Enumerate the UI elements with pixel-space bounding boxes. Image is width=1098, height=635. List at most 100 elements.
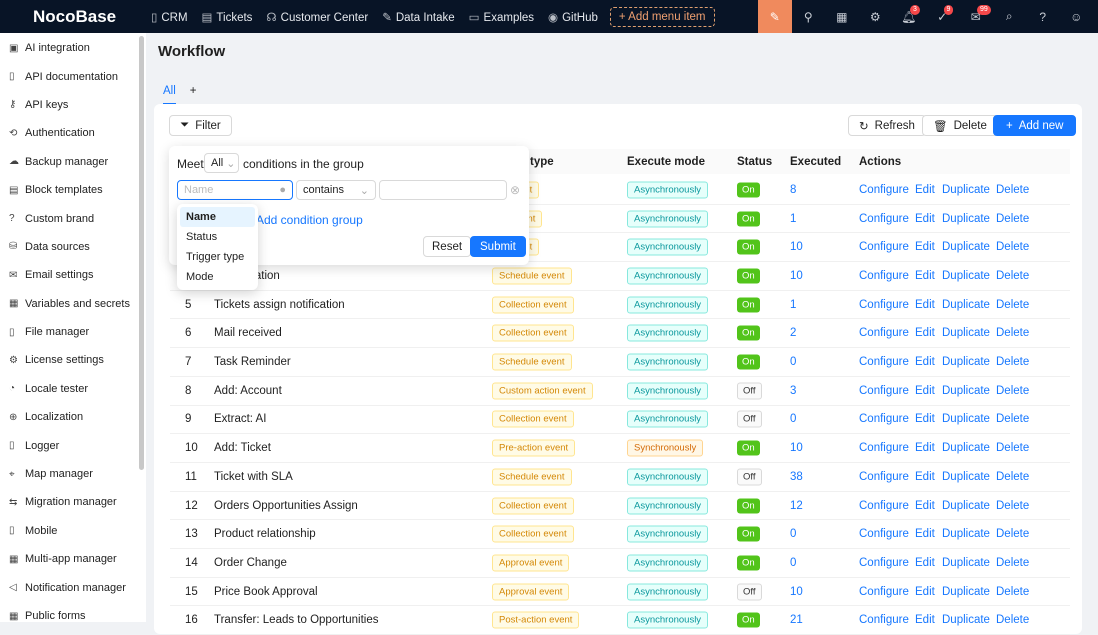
action-edit[interactable]: Edit (915, 327, 935, 339)
action-delete[interactable]: Delete (996, 270, 1029, 282)
executed-count-link[interactable]: 10 (790, 241, 803, 253)
action-delete[interactable]: Delete (996, 413, 1029, 425)
field-option-status[interactable]: Status (180, 227, 255, 247)
ui-editor-icon[interactable]: ✎ (758, 0, 792, 33)
action-edit[interactable]: Edit (915, 241, 935, 253)
action-configure[interactable]: Configure (859, 586, 909, 598)
executed-count-link[interactable]: 10 (790, 586, 803, 598)
action-edit[interactable]: Edit (915, 213, 935, 225)
action-duplicate[interactable]: Duplicate (942, 500, 990, 512)
sidebar-item[interactable]: ☁Backup manager (0, 148, 146, 176)
executed-count-link[interactable]: 3 (790, 385, 796, 397)
executed-count-link[interactable]: 0 (790, 356, 796, 368)
action-delete[interactable]: Delete (996, 385, 1029, 397)
add-menu-item-button[interactable]: + Add menu item (610, 7, 715, 27)
action-configure[interactable]: Configure (859, 557, 909, 569)
action-configure[interactable]: Configure (859, 471, 909, 483)
operator-select[interactable]: contains⌄ (296, 180, 376, 200)
table-row[interactable]: 7 Task Reminder Schedule event Asynchron… (170, 348, 1070, 377)
action-duplicate[interactable]: Duplicate (942, 528, 990, 540)
sidebar-item[interactable]: ⟲Authentication (0, 119, 146, 147)
table-row[interactable]: 5 Tickets assign notification Collection… (170, 291, 1070, 320)
sidebar-item[interactable]: ▯Logger (0, 431, 146, 459)
action-edit[interactable]: Edit (915, 586, 935, 598)
action-configure[interactable]: Configure (859, 213, 909, 225)
executed-count-link[interactable]: 21 (790, 614, 803, 626)
sidebar-item[interactable]: ▦Multi-app manager (0, 545, 146, 573)
action-edit[interactable]: Edit (915, 471, 935, 483)
sidebar-item[interactable]: ▯Mobile (0, 517, 146, 545)
sidebar-item[interactable]: ?Custom brand (0, 204, 146, 232)
sidebar-item[interactable]: ▣AI integration (0, 34, 146, 62)
action-delete[interactable]: Delete (996, 528, 1029, 540)
plugin-icon[interactable]: ⚲ (792, 0, 826, 33)
sidebar-item[interactable]: ◁Notification manager (0, 573, 146, 601)
submit-button[interactable]: Submit (470, 236, 526, 257)
help-icon[interactable]: ? (1026, 0, 1060, 33)
action-edit[interactable]: Edit (915, 184, 935, 196)
action-delete[interactable]: Delete (996, 557, 1029, 569)
action-delete[interactable]: Delete (996, 614, 1029, 626)
executed-count-link[interactable]: 0 (790, 528, 796, 540)
executed-count-link[interactable]: 2 (790, 327, 796, 339)
action-delete[interactable]: Delete (996, 500, 1029, 512)
table-row[interactable]: s Notification Schedule event Asynchrono… (170, 262, 1070, 291)
action-configure[interactable]: Configure (859, 614, 909, 626)
sidebar-item[interactable]: ⌖Map manager (0, 460, 146, 488)
clear-icon[interactable]: ● (279, 184, 286, 196)
nav-item-4[interactable]: ▭Examples (469, 10, 534, 24)
executed-count-link[interactable]: 10 (790, 442, 803, 454)
add-condition-group-link[interactable]: Add condition group (256, 213, 363, 227)
action-configure[interactable]: Configure (859, 500, 909, 512)
sidebar-item[interactable]: ✉Email settings (0, 261, 146, 289)
action-delete[interactable]: Delete (996, 213, 1029, 225)
sidebar-item[interactable]: ▯File manager (0, 318, 146, 346)
table-row[interactable]: 13 Product relationship Collection event… (170, 520, 1070, 549)
sidebar-item[interactable]: ⇆Migration manager (0, 488, 146, 516)
sidebar-item[interactable]: ⚷API keys (0, 91, 146, 119)
table-row[interactable]: 8 Add: Account Custom action event Async… (170, 377, 1070, 406)
action-configure[interactable]: Configure (859, 442, 909, 454)
action-duplicate[interactable]: Duplicate (942, 442, 990, 454)
action-configure[interactable]: Configure (859, 270, 909, 282)
action-duplicate[interactable]: Duplicate (942, 557, 990, 569)
action-duplicate[interactable]: Duplicate (942, 413, 990, 425)
nav-item-5[interactable]: ◉GitHub (548, 10, 598, 24)
executed-count-link[interactable]: 1 (790, 213, 796, 225)
table-row[interactable]: 11 Ticket with SLA Schedule event Asynch… (170, 463, 1070, 492)
action-configure[interactable]: Configure (859, 184, 909, 196)
nav-item-3[interactable]: ✎Data Intake (382, 10, 454, 24)
action-configure[interactable]: Configure (859, 528, 909, 540)
table-row[interactable]: 16 Transfer: Leads to Opportunities Post… (170, 607, 1070, 635)
action-delete[interactable]: Delete (996, 471, 1029, 483)
sidebar-item[interactable]: ▯API documentation (0, 62, 146, 90)
action-duplicate[interactable]: Duplicate (942, 385, 990, 397)
table-row[interactable]: 15 Price Book Approval Approval event As… (170, 578, 1070, 607)
refresh-button[interactable]: ↻Refresh (848, 115, 926, 136)
sidebar-item[interactable]: ◔Locale tester (0, 375, 146, 403)
add-new-button[interactable]: +Add new (993, 115, 1076, 136)
action-edit[interactable]: Edit (915, 442, 935, 454)
action-edit[interactable]: Edit (915, 557, 935, 569)
user-icon[interactable]: ☺ (1060, 0, 1094, 33)
action-delete[interactable]: Delete (996, 356, 1029, 368)
action-duplicate[interactable]: Duplicate (942, 614, 990, 626)
action-duplicate[interactable]: Duplicate (942, 213, 990, 225)
executed-count-link[interactable]: 0 (790, 413, 796, 425)
nav-item-0[interactable]: ▯CRM (151, 10, 188, 24)
field-select[interactable]: Name● (177, 180, 293, 200)
executed-count-link[interactable]: 1 (790, 299, 796, 311)
sidebar-scrollbar[interactable] (139, 36, 144, 470)
action-duplicate[interactable]: Duplicate (942, 299, 990, 311)
nav-item-1[interactable]: ▤Tickets (202, 10, 253, 24)
table-row[interactable]: 10 Add: Ticket Pre-action event Synchron… (170, 434, 1070, 463)
action-duplicate[interactable]: Duplicate (942, 327, 990, 339)
action-edit[interactable]: Edit (915, 614, 935, 626)
field-option-trigger-type[interactable]: Trigger type (180, 247, 255, 267)
sidebar-item[interactable]: ⛁Data sources (0, 233, 146, 261)
action-edit[interactable]: Edit (915, 385, 935, 397)
executed-count-link[interactable]: 38 (790, 471, 803, 483)
action-duplicate[interactable]: Duplicate (942, 586, 990, 598)
action-configure[interactable]: Configure (859, 241, 909, 253)
executed-count-link[interactable]: 0 (790, 557, 796, 569)
